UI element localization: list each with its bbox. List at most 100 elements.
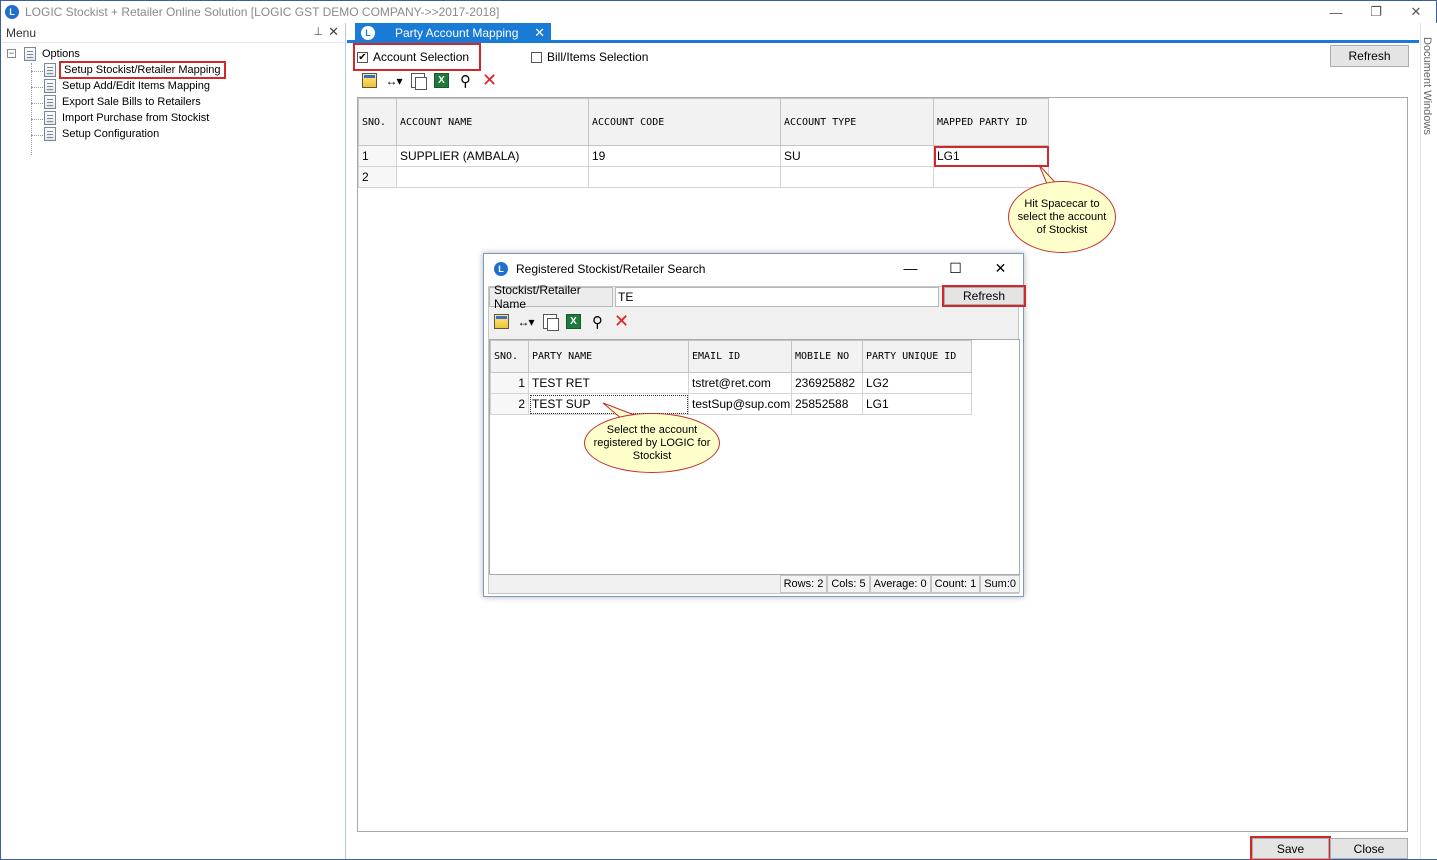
tab-party-account-mapping[interactable]: L Party Account Mapping ✕ [355, 23, 551, 43]
checkbox-label: Bill/Items Selection [547, 50, 649, 64]
document-windows-panel[interactable]: Document Windows [1420, 23, 1437, 859]
cell-party-name[interactable]: TEST RET [528, 372, 689, 394]
table-row[interactable]: 1 SUPPLIER (AMBALA) 19 SU LG1 [358, 145, 1049, 167]
account-selection-checkbox[interactable]: ✔ Account Selection [353, 43, 481, 71]
menu-header-label: Menu [6, 25, 37, 40]
app-logo-icon: L [5, 5, 19, 19]
column-width-icon[interactable]: ↔▾ [517, 313, 534, 330]
restore-icon[interactable]: ❐ [1356, 1, 1396, 23]
status-average: Average: 0 [869, 575, 931, 593]
dialog-controls: — ☐ ✕ [888, 254, 1023, 282]
grid-toolbar: ↔▾ X ⚲ ✕ [361, 70, 498, 90]
cell-sno[interactable]: 1 [358, 145, 397, 167]
cell-mobile[interactable]: 236925882 [791, 372, 863, 394]
dialog-logo-icon: L [494, 262, 508, 276]
cell-party-unique-id[interactable]: LG2 [862, 372, 972, 394]
pin-icon[interactable]: ⊥ [313, 25, 323, 38]
checkbox-label: Account Selection [373, 50, 470, 64]
tree-item-options[interactable]: − Options [2, 46, 345, 62]
copy-icon[interactable] [409, 72, 427, 90]
delete-icon[interactable]: ✕ [613, 311, 630, 331]
options-bar: ✔ Account Selection Bill/Items Selection… [353, 43, 1417, 71]
folder-doc-icon [24, 47, 36, 61]
cell-account-code[interactable] [588, 166, 781, 188]
tree-item-label: Setup Configuration [62, 128, 160, 140]
cell-account-code[interactable]: 19 [588, 145, 781, 167]
close-button[interactable]: Close [1330, 838, 1408, 859]
column-header-party-name[interactable]: PARTY NAME [528, 340, 689, 373]
find-binoculars-icon[interactable]: ⚲ [457, 72, 474, 90]
cell-sno[interactable]: 2 [358, 166, 397, 188]
dialog-close-icon[interactable]: ✕ [978, 254, 1023, 282]
tree-item-label: Options [42, 48, 80, 60]
cell-account-name[interactable] [396, 166, 589, 188]
find-binoculars-icon[interactable]: ⚲ [589, 313, 606, 331]
cell-email[interactable]: tstret@ret.com [688, 372, 792, 394]
cell-account-type[interactable]: SU [780, 145, 934, 167]
registered-search-dialog: L Registered Stockist/Retailer Search — … [483, 253, 1026, 597]
column-header-account-name[interactable]: ACCOUNT NAME [396, 98, 589, 146]
cell-account-type[interactable] [780, 166, 934, 188]
minimize-icon[interactable]: — [1316, 1, 1356, 23]
column-header-account-code[interactable]: ACCOUNT CODE [588, 98, 781, 146]
tab-logo-icon: L [361, 26, 375, 40]
tree-item-export-sale-bills[interactable]: Export Sale Bills to Retailers [2, 94, 345, 110]
document-icon [44, 111, 56, 125]
column-header-sno[interactable]: SNO. [358, 98, 397, 146]
column-header-mobile-no[interactable]: MOBILE NO [791, 340, 863, 373]
table-row[interactable]: 2 [358, 166, 1049, 188]
status-count: Count: 1 [930, 575, 981, 593]
menu-close-icon[interactable]: ✕ [328, 24, 339, 40]
menu-tree: − Options Setup Stockist/Retailer Mappin… [2, 43, 345, 155]
cell-email[interactable]: testSup@sup.com [688, 393, 792, 415]
callout-hit-space: Hit Spacecar to select the account of St… [1008, 181, 1116, 253]
dialog-maximize-icon[interactable]: ☐ [933, 254, 978, 282]
cell-mobile[interactable]: 25852588 [791, 393, 863, 415]
copy-icon[interactable] [541, 313, 559, 331]
tree-item-setup-stockist-retailer-mapping[interactable]: Setup Stockist/Retailer Mapping [2, 61, 345, 79]
column-header-account-type[interactable]: ACCOUNT TYPE [780, 98, 934, 146]
table-row[interactable]: 1 TEST RET tstret@ret.com 236925882 LG2 [490, 372, 972, 394]
dialog-minimize-icon[interactable]: — [888, 254, 933, 282]
dialog-refresh-button[interactable]: Refresh [942, 285, 1026, 307]
column-width-icon[interactable]: ↔▾ [385, 72, 402, 89]
document-icon [44, 63, 56, 77]
callout-text: Select the account registered by LOGIC f… [593, 423, 711, 462]
cell-sno[interactable]: 1 [490, 372, 529, 394]
status-rows: Rows: 2 [779, 575, 828, 593]
callout-select-account: Select the account registered by LOGIC f… [584, 413, 720, 473]
table-row[interactable]: 2 TEST SUP testSup@sup.com 25852588 LG1 [490, 393, 972, 415]
dialog-title: Registered Stockist/Retailer Search [516, 262, 706, 276]
close-window-icon[interactable]: ✕ [1396, 1, 1436, 23]
tree-item-setup-items-mapping[interactable]: Setup Add/Edit Items Mapping [2, 78, 345, 94]
document-icon [44, 79, 56, 93]
tab-close-icon[interactable]: ✕ [534, 25, 545, 41]
column-header-party-unique-id[interactable]: PARTY UNIQUE ID [862, 340, 972, 373]
app-window: L LOGIC Stockist + Retailer Online Solut… [0, 0, 1437, 860]
excel-export-icon[interactable]: X [565, 313, 582, 330]
party-table: SNO. PARTY NAME EMAIL ID MOBILE NO PARTY… [490, 340, 972, 415]
cell-account-name[interactable]: SUPPLIER (AMBALA) [396, 145, 589, 167]
properties-icon[interactable] [361, 72, 378, 89]
column-header-sno[interactable]: SNO. [490, 340, 529, 373]
bill-items-selection-checkbox[interactable]: Bill/Items Selection [531, 50, 648, 64]
column-header-email-id[interactable]: EMAIL ID [688, 340, 792, 373]
dialog-title-bar: L Registered Stockist/Retailer Search — … [484, 254, 1023, 284]
tree-item-label: Import Purchase from Stockist [62, 112, 210, 124]
refresh-button[interactable]: Refresh [1330, 45, 1409, 67]
document-icon [44, 127, 56, 141]
excel-export-icon[interactable]: X [433, 72, 450, 89]
stockist-retailer-search-input[interactable] [615, 287, 939, 307]
collapse-icon[interactable]: − [7, 49, 16, 58]
column-header-mapped-party-id[interactable]: MAPPED PARTY ID [933, 98, 1049, 146]
table-header-row: SNO. PARTY NAME EMAIL ID MOBILE NO PARTY… [490, 340, 972, 373]
tree-item-import-purchase[interactable]: Import Purchase from Stockist [2, 110, 345, 126]
document-icon [44, 95, 56, 109]
save-button[interactable]: Save [1250, 836, 1331, 860]
cell-party-unique-id[interactable]: LG1 [862, 393, 972, 415]
document-windows-label: Document Windows [1421, 37, 1433, 135]
tree-item-setup-configuration[interactable]: Setup Configuration [2, 126, 345, 142]
cell-sno[interactable]: 2 [490, 393, 529, 415]
delete-icon[interactable]: ✕ [481, 70, 498, 90]
properties-icon[interactable] [493, 313, 510, 330]
